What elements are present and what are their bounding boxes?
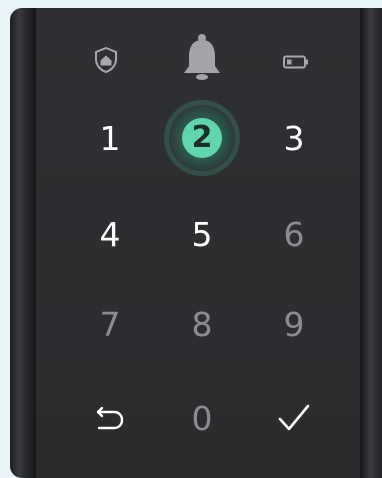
key-9[interactable]: 9 <box>264 294 324 354</box>
home-shield-icon <box>94 46 118 74</box>
key-4-label: 4 <box>99 214 121 254</box>
key-3[interactable]: 3 <box>264 108 324 168</box>
key-9-label: 9 <box>283 304 305 344</box>
key-7-label: 7 <box>99 304 121 344</box>
key-1-label: 1 <box>99 118 121 158</box>
key-7[interactable]: 7 <box>80 294 140 354</box>
right-rail <box>360 8 382 478</box>
key-6[interactable]: 6 <box>264 204 324 264</box>
key-2-label: 2 <box>191 120 213 155</box>
checkmark-icon <box>278 404 310 431</box>
key-8-label: 8 <box>191 304 213 344</box>
left-rail <box>10 8 36 478</box>
key-0-label: 0 <box>191 398 213 438</box>
key-1[interactable]: 1 <box>80 108 140 168</box>
key-2[interactable]: 2 <box>169 105 235 171</box>
doorbell-icon[interactable] <box>182 33 222 85</box>
key-5-label: 5 <box>191 214 213 254</box>
back-key[interactable] <box>80 388 140 448</box>
key-4[interactable]: 4 <box>80 204 140 264</box>
key-6-label: 6 <box>283 214 305 254</box>
return-arrow-icon <box>96 406 124 430</box>
key-5[interactable]: 5 <box>172 204 232 264</box>
key-0[interactable]: 0 <box>172 388 232 448</box>
confirm-key[interactable] <box>264 388 324 448</box>
key-3-label: 3 <box>283 118 305 158</box>
battery-low-icon <box>283 54 309 69</box>
key-8[interactable]: 8 <box>172 294 232 354</box>
